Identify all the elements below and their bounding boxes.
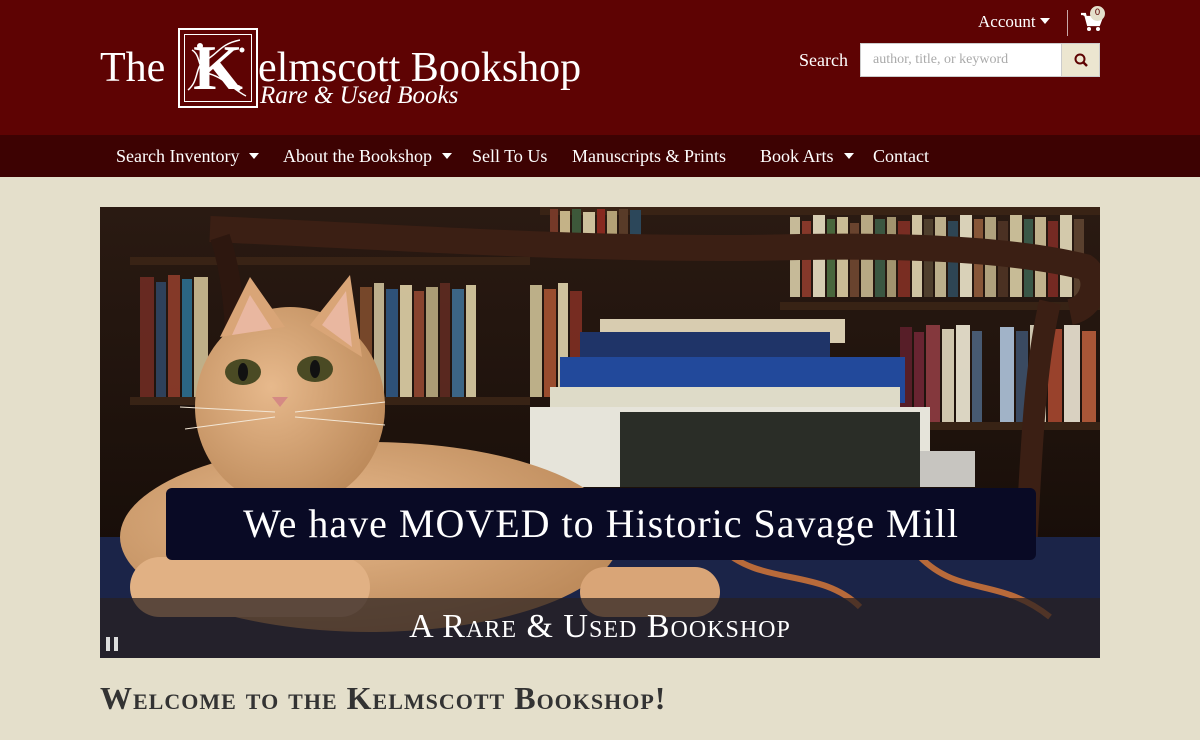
logo-initial-box: K bbox=[178, 28, 258, 108]
search-input[interactable] bbox=[860, 43, 1062, 77]
nav-item-label: Contact bbox=[873, 146, 929, 166]
main-nav: Search Inventory About the Bookshop Sell… bbox=[0, 135, 1200, 177]
account-label: Account bbox=[978, 12, 1036, 31]
nav-about-the-bookshop[interactable]: About the Bookshop bbox=[283, 135, 453, 177]
nav-manuscripts-prints[interactable]: Manuscripts & Prints bbox=[572, 135, 726, 177]
page-title: Welcome to the Kelmscott Bookshop! bbox=[100, 680, 667, 716]
site-header: The K elmscott Bookshop Rare & Used Book… bbox=[0, 0, 1200, 135]
pause-icon[interactable] bbox=[106, 637, 120, 651]
nav-item-label: Search Inventory bbox=[116, 146, 240, 166]
nav-sell-to-us[interactable]: Sell To Us bbox=[472, 135, 547, 177]
logo-initial-letter: K bbox=[193, 32, 243, 103]
search-icon bbox=[1074, 53, 1088, 67]
logo-tagline: Rare & Used Books bbox=[260, 82, 459, 109]
nav-search-inventory[interactable]: Search Inventory bbox=[116, 135, 260, 177]
header-divider bbox=[1067, 10, 1068, 36]
nav-item-label: Book Arts bbox=[760, 146, 834, 166]
nav-item-label: Sell To Us bbox=[472, 146, 548, 166]
account-menu[interactable]: Account bbox=[978, 12, 1050, 32]
search-label: Search bbox=[799, 50, 848, 70]
site-logo[interactable]: The K elmscott Bookshop Rare & Used Book… bbox=[100, 26, 581, 112]
chevron-down-icon bbox=[843, 153, 854, 159]
chevron-down-icon bbox=[249, 153, 260, 159]
chevron-down-icon bbox=[442, 153, 453, 159]
cart-count-badge: 0 bbox=[1090, 6, 1105, 21]
nav-contact[interactable]: Contact bbox=[873, 135, 929, 177]
nav-book-arts[interactable]: Book Arts bbox=[760, 135, 854, 177]
logo-word-the: The bbox=[100, 45, 166, 91]
search-button[interactable] bbox=[1061, 43, 1100, 77]
hero-photo-cat-with-books bbox=[100, 207, 1100, 658]
hero-caption: A Rare & Used Bookshop bbox=[409, 608, 791, 645]
nav-item-label: About the Bookshop bbox=[283, 146, 433, 166]
moved-announcement-banner[interactable]: We have MOVED to Historic Savage Mill bbox=[166, 488, 1036, 560]
chevron-down-icon bbox=[1039, 18, 1050, 24]
hero-slideshow[interactable] bbox=[100, 207, 1100, 658]
nav-item-label: Manuscripts & Prints bbox=[572, 146, 727, 166]
